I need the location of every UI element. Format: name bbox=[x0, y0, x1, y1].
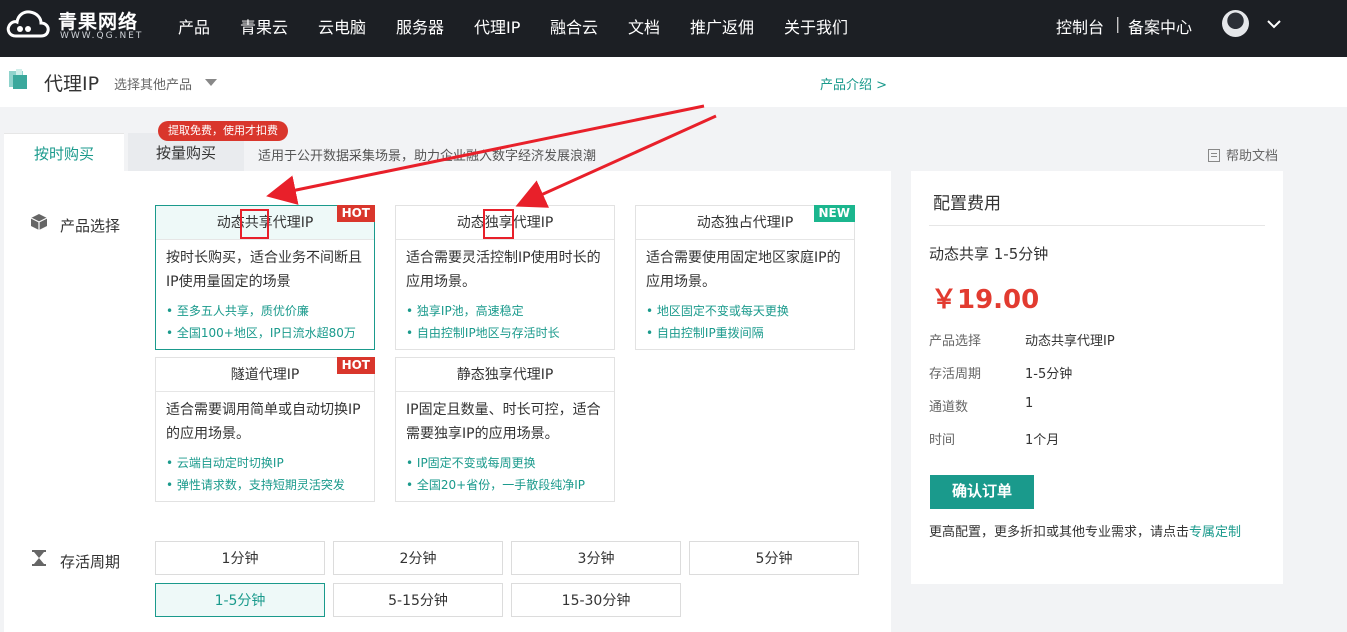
spec-value: 1 bbox=[1025, 396, 1034, 411]
product-switcher[interactable]: 选择其他产品 bbox=[114, 74, 192, 93]
product-card-static-exclusive[interactable]: 静态独享代理IP IP固定且数量、时长可控，适合需要独享IP的应用场景。 IP固… bbox=[395, 357, 615, 502]
card-feature: 至多五人共享，质优价廉 bbox=[156, 300, 374, 322]
brand-logo[interactable]: 青果网络 WWW.QG.NET bbox=[6, 6, 156, 42]
selected-product-summary: 动态共享 1-5分钟 bbox=[929, 245, 1049, 263]
document-icon bbox=[1208, 149, 1220, 162]
caret-down-icon[interactable] bbox=[205, 79, 217, 86]
config-title: 配置费用 bbox=[933, 194, 1001, 214]
nav-item-cloud-pc[interactable]: 云电脑 bbox=[318, 14, 366, 38]
help-docs-link[interactable]: 帮助文档 bbox=[1208, 145, 1278, 164]
cube-icon bbox=[30, 214, 48, 230]
spec-label: 产品选择 bbox=[929, 334, 982, 349]
card-feature: 全国20+省份，一手散段纯净IP bbox=[396, 474, 614, 496]
custom-plan-link[interactable]: 专属定制 bbox=[1189, 525, 1241, 540]
page-title: 代理IP bbox=[44, 73, 100, 95]
free-extract-badge: 提取免费，使用才扣费 bbox=[158, 121, 288, 141]
confirm-order-button[interactable]: 确认订单 bbox=[930, 475, 1034, 509]
nav-item-fusion-cloud[interactable]: 融合云 bbox=[550, 14, 598, 38]
logo-subtitle: WWW.QG.NET bbox=[60, 31, 144, 41]
highlight-box bbox=[483, 209, 514, 239]
card-description: 适合需要灵活控制IP使用时长的应用场景。 bbox=[406, 250, 601, 290]
spec-label: 存活周期 bbox=[929, 367, 982, 382]
card-feature: 独享IP池，高速稳定 bbox=[396, 300, 614, 322]
card-feature: 地区固定不变或每天更换 bbox=[636, 300, 854, 322]
card-feature: IP固定不变或每周更换 bbox=[396, 452, 614, 474]
product-intro-link[interactable]: 产品介绍 > bbox=[820, 74, 887, 93]
custom-plan-note: 更高配置，更多折扣或其他专业需求，请点击专属定制 bbox=[929, 521, 1241, 540]
avatar[interactable] bbox=[1222, 10, 1249, 37]
hot-tag: HOT bbox=[336, 357, 375, 374]
period-option[interactable]: 15-30分钟 bbox=[511, 583, 681, 617]
proxy-product-icon bbox=[9, 69, 27, 89]
spec-label: 通道数 bbox=[929, 400, 969, 415]
period-option[interactable]: 5分钟 bbox=[689, 541, 859, 575]
nav-item-docs[interactable]: 文档 bbox=[628, 14, 660, 38]
new-tag: NEW bbox=[813, 205, 855, 222]
config-summary-panel: 配置费用 动态共享 1-5分钟 ￥19.00 产品选择 动态共享代理IP 存活周… bbox=[911, 171, 1283, 584]
nav-item-products[interactable]: 产品 bbox=[178, 14, 210, 38]
card-description: 适合需要调用简单或自动切换IP的应用场景。 bbox=[166, 402, 361, 442]
card-feature: 自由控制IP地区与存活时长 bbox=[396, 322, 614, 344]
main-config-panel: 产品选择 动态共享代理IP HOT 按时长购买，适合业务不间断且IP使用量固定的… bbox=[4, 171, 891, 632]
nav-item-referral[interactable]: 推广返佣 bbox=[690, 14, 754, 38]
highlight-box bbox=[240, 209, 269, 239]
filing-center-link[interactable]: 备案中心 bbox=[1128, 14, 1192, 38]
period-option[interactable]: 5-15分钟 bbox=[333, 583, 503, 617]
period-option[interactable]: 3分钟 bbox=[511, 541, 681, 575]
card-feature: 全国100+地区，IP日流水超80万 bbox=[156, 322, 374, 344]
product-subheader: 代理IP 选择其他产品 产品介绍 > bbox=[0, 57, 1347, 107]
spec-label: 时间 bbox=[929, 433, 956, 448]
spec-value: 1-5分钟 bbox=[1025, 367, 1073, 382]
product-select-label: 产品选择 bbox=[60, 217, 121, 235]
card-description: IP固定且数量、时长可控，适合需要独享IP的应用场景。 bbox=[406, 402, 601, 442]
custom-plan-text: 更高配置，更多折扣或其他专业需求，请点击 bbox=[929, 525, 1190, 540]
nav-item-servers[interactable]: 服务器 bbox=[396, 14, 444, 38]
logo-title: 青果网络 bbox=[58, 11, 139, 33]
nav-item-about[interactable]: 关于我们 bbox=[784, 14, 848, 38]
product-card-tunnel[interactable]: 隧道代理IP HOT 适合需要调用简单或自动切换IP的应用场景。 云端自动定时切… bbox=[155, 357, 375, 502]
card-feature: 云端自动定时切换IP bbox=[156, 452, 374, 474]
hourglass-icon bbox=[32, 550, 46, 566]
card-feature: 弹性请求数，支持短期灵活突发 bbox=[156, 474, 374, 496]
period-label: 存活周期 bbox=[60, 553, 121, 571]
period-option[interactable]: 1分钟 bbox=[155, 541, 325, 575]
cloud-logo-icon bbox=[6, 10, 50, 38]
card-description: 适合需要使用固定地区家庭IP的应用场景。 bbox=[646, 250, 841, 290]
product-card-dynamic-dedicated[interactable]: 动态独占代理IP NEW 适合需要使用固定地区家庭IP的应用场景。 地区固定不变… bbox=[635, 205, 855, 350]
divider bbox=[929, 225, 1265, 226]
period-option-selected[interactable]: 1-5分钟 bbox=[155, 583, 325, 617]
spec-value: 动态共享代理IP bbox=[1025, 334, 1115, 349]
nav-item-proxy-ip[interactable]: 代理IP bbox=[474, 14, 520, 38]
spec-value: 1个月 bbox=[1025, 433, 1060, 448]
tab-description: 适用于公开数据采集场景，助力企业融入数字经济发展浪潮 bbox=[258, 149, 597, 164]
console-link[interactable]: 控制台 bbox=[1056, 14, 1104, 38]
chevron-down-icon[interactable] bbox=[1264, 14, 1284, 34]
card-feature: 自由控制IP重拨间隔 bbox=[636, 322, 854, 344]
nav-separator: | bbox=[1115, 14, 1121, 33]
price: ￥19.00 bbox=[931, 285, 1040, 315]
hot-tag: HOT bbox=[336, 205, 375, 222]
card-title: 静态独享代理IP bbox=[396, 358, 614, 392]
tab-hourly-purchase[interactable]: 按时购买 bbox=[4, 133, 124, 171]
nav-item-qingguo-cloud[interactable]: 青果云 bbox=[240, 14, 288, 38]
top-navigation: 青果网络 WWW.QG.NET 产品 青果云 云电脑 服务器 代理IP 融合云 … bbox=[0, 0, 1347, 57]
help-docs-label: 帮助文档 bbox=[1226, 149, 1279, 164]
period-option[interactable]: 2分钟 bbox=[333, 541, 503, 575]
card-description: 按时长购买，适合业务不间断且IP使用量固定的场景 bbox=[166, 250, 362, 290]
